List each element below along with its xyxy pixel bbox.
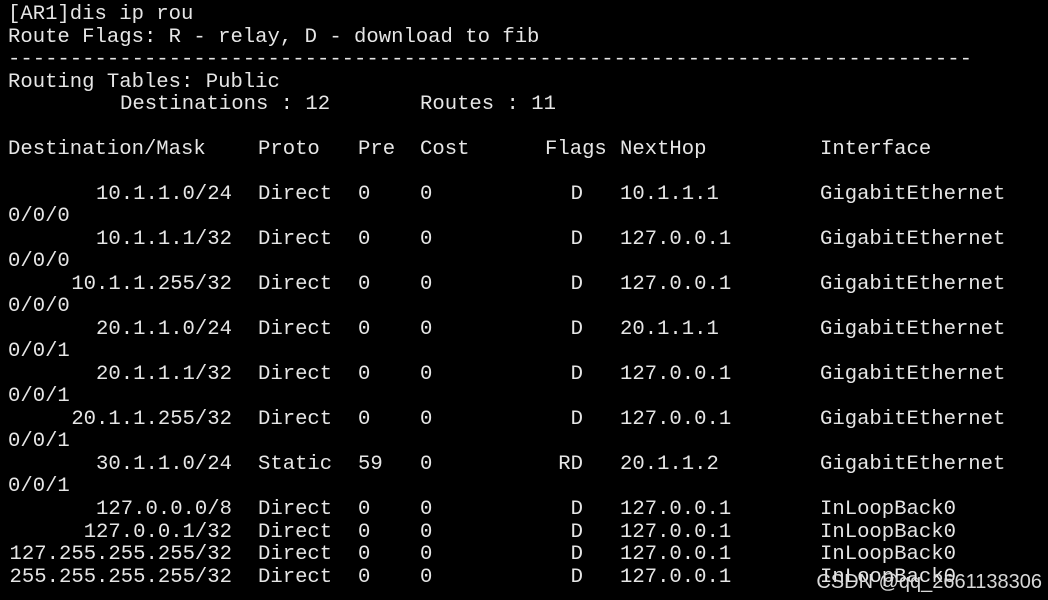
- route-nexthop: 127.0.0.1: [620, 273, 732, 296]
- header-proto: Proto: [258, 138, 320, 161]
- route-proto: Direct: [258, 363, 333, 386]
- route-pre: 0: [358, 521, 371, 544]
- route-cost: 0: [420, 521, 433, 544]
- route-nexthop: 127.0.0.1: [620, 363, 732, 386]
- route-cost: 0: [420, 363, 433, 386]
- route-nexthop: 20.1.1.1: [620, 318, 719, 341]
- route-destination: 20.1.1.1/32: [96, 363, 232, 386]
- route-cost: 0: [420, 543, 433, 566]
- route-pre: 59: [358, 453, 383, 476]
- route-interface: GigabitEthernet: [820, 183, 1006, 206]
- route-interface-continuation: 0/0/1: [8, 340, 70, 363]
- route-proto: Direct: [258, 228, 333, 251]
- route-proto: Direct: [258, 566, 333, 589]
- route-pre: 0: [358, 543, 371, 566]
- route-proto: Direct: [258, 318, 333, 341]
- route-pre: 0: [358, 273, 371, 296]
- route-cost: 0: [420, 453, 433, 476]
- route-destination: 10.1.1.1/32: [96, 228, 232, 251]
- route-cost: 0: [420, 498, 433, 521]
- route-nexthop: 127.0.0.1: [620, 566, 732, 589]
- route-pre: 0: [358, 183, 371, 206]
- terminal-window[interactable]: [AR1]dis ip rou Route Flags: R - relay, …: [0, 0, 1048, 600]
- route-interface-continuation: 0/0/0: [8, 205, 70, 228]
- route-pre: 0: [358, 228, 371, 251]
- route-cost: 0: [420, 183, 433, 206]
- route-flags: RD: [558, 453, 583, 476]
- route-flags: D: [570, 408, 583, 431]
- route-cost: 0: [420, 273, 433, 296]
- route-cost: 0: [420, 228, 433, 251]
- route-flags: D: [570, 521, 583, 544]
- route-proto: Direct: [258, 273, 333, 296]
- route-interface: GigabitEthernet: [820, 363, 1006, 386]
- route-pre: 0: [358, 566, 371, 589]
- route-interface-continuation: 0/0/1: [8, 385, 70, 408]
- route-destination: 127.0.0.1/32: [83, 521, 232, 544]
- route-proto: Direct: [258, 183, 333, 206]
- route-interface: GigabitEthernet: [820, 318, 1006, 341]
- route-flags: D: [570, 543, 583, 566]
- route-destination: 30.1.1.0/24: [96, 453, 232, 476]
- header-pre: Pre: [358, 138, 396, 161]
- route-flags: D: [570, 318, 583, 341]
- route-nexthop: 127.0.0.1: [620, 228, 732, 251]
- route-interface-continuation: 0/0/1: [8, 430, 70, 453]
- route-proto: Direct: [258, 521, 333, 544]
- route-interface: GigabitEthernet: [820, 453, 1006, 476]
- route-destination: 255.255.255.255/32: [9, 566, 232, 589]
- route-interface-continuation: 0/0/0: [8, 250, 70, 273]
- route-flags: D: [570, 183, 583, 206]
- route-proto: Direct: [258, 498, 333, 521]
- header-cost: Cost: [420, 138, 470, 161]
- route-interface-continuation: 0/0/1: [8, 475, 70, 498]
- route-flags: D: [570, 363, 583, 386]
- route-pre: 0: [358, 363, 371, 386]
- route-proto: Direct: [258, 543, 333, 566]
- header-destination: Destination/Mask: [8, 138, 206, 161]
- route-cost: 0: [420, 566, 433, 589]
- command-line: [AR1]dis ip rou: [8, 3, 194, 26]
- route-destination: 20.1.1.0/24: [96, 318, 232, 341]
- route-flags: D: [570, 498, 583, 521]
- watermark: CSDN @qq_2661138306: [816, 571, 1042, 593]
- route-destination: 20.1.1.255/32: [71, 408, 232, 431]
- route-nexthop: 10.1.1.1: [620, 183, 719, 206]
- routing-tables-label: Routing Tables: Public: [8, 71, 280, 94]
- route-interface-continuation: 0/0/0: [8, 295, 70, 318]
- route-proto: Static: [258, 453, 333, 476]
- route-interface: GigabitEthernet: [820, 228, 1006, 251]
- route-nexthop: 127.0.0.1: [620, 408, 732, 431]
- separator-line: ----------------------------------------…: [8, 48, 972, 71]
- route-proto: Direct: [258, 408, 333, 431]
- route-flags: D: [570, 566, 583, 589]
- route-nexthop: 127.0.0.1: [620, 521, 732, 544]
- route-destination: 127.0.0.0/8: [96, 498, 232, 521]
- header-nexthop: NextHop: [620, 138, 707, 161]
- route-pre: 0: [358, 498, 371, 521]
- route-interface: InLoopBack0: [820, 498, 956, 521]
- route-cost: 0: [420, 318, 433, 341]
- route-destination: 10.1.1.255/32: [71, 273, 232, 296]
- route-flags: D: [570, 228, 583, 251]
- route-pre: 0: [358, 318, 371, 341]
- route-interface: InLoopBack0: [820, 543, 956, 566]
- route-interface: InLoopBack0: [820, 521, 956, 544]
- route-nexthop: 127.0.0.1: [620, 498, 732, 521]
- routes-count: Routes : 11: [420, 93, 556, 116]
- route-flags-legend: Route Flags: R - relay, D - download to …: [8, 26, 540, 49]
- header-interface: Interface: [820, 138, 932, 161]
- route-cost: 0: [420, 408, 433, 431]
- route-interface: GigabitEthernet: [820, 273, 1006, 296]
- route-destination: 10.1.1.0/24: [96, 183, 232, 206]
- destinations-count: Destinations : 12: [120, 93, 331, 116]
- route-interface: GigabitEthernet: [820, 408, 1006, 431]
- route-flags: D: [570, 273, 583, 296]
- route-nexthop: 127.0.0.1: [620, 543, 732, 566]
- header-flags: Flags: [545, 138, 607, 161]
- route-nexthop: 20.1.1.2: [620, 453, 719, 476]
- route-destination: 127.255.255.255/32: [9, 543, 232, 566]
- route-pre: 0: [358, 408, 371, 431]
